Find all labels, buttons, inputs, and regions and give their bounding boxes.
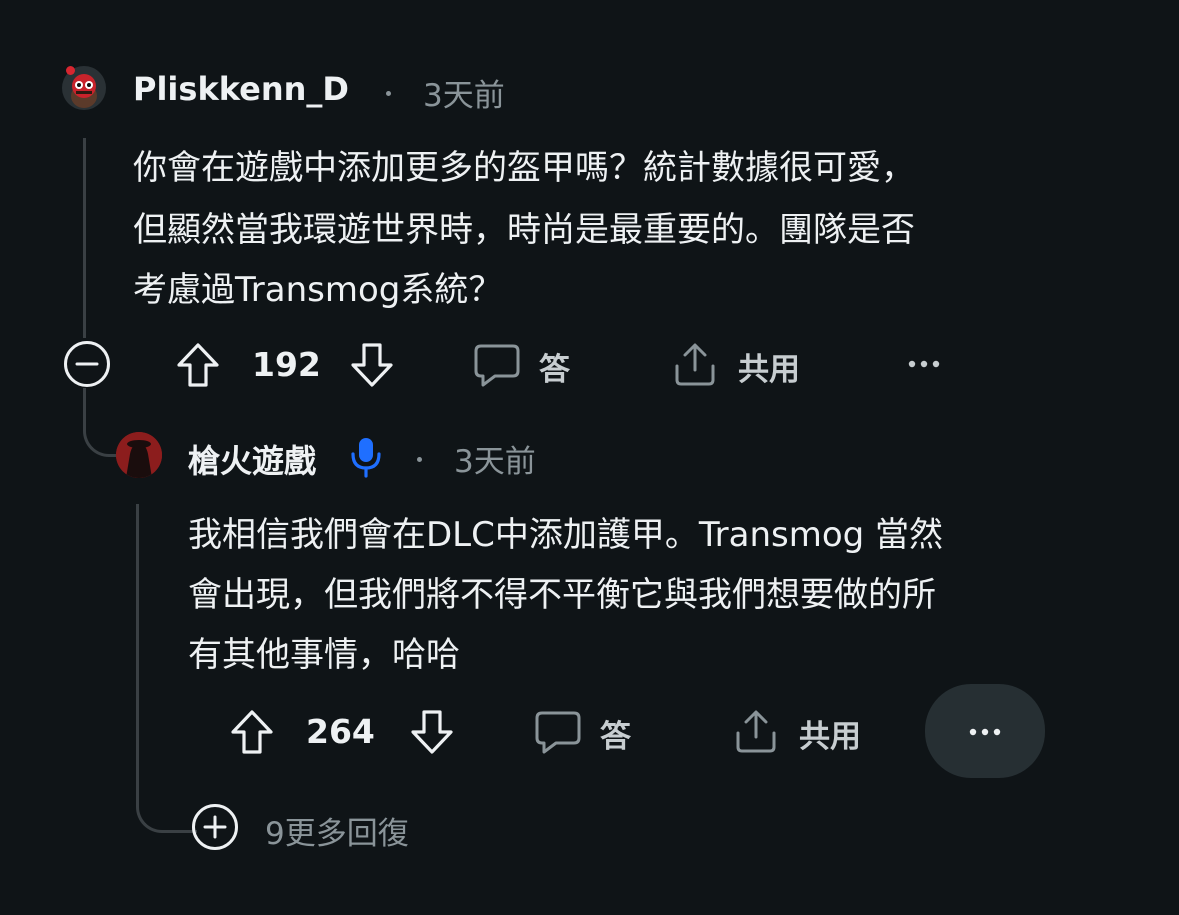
- comment-body-line: 你會在遊戲中添加更多的盔甲嗎？統計數據很可愛，: [133, 148, 915, 188]
- microphone-icon: [349, 436, 383, 478]
- downvote-icon[interactable]: [349, 341, 395, 389]
- more-options-icon[interactable]: [906, 354, 942, 374]
- downvote-icon[interactable]: [409, 708, 455, 756]
- more-replies-label: 9更多回復: [265, 816, 409, 852]
- timestamp: 3天前: [423, 78, 505, 114]
- reply-label: 答: [600, 719, 631, 755]
- share-button[interactable]: 共用: [733, 707, 873, 757]
- reply-button[interactable]: 答: [534, 707, 644, 757]
- comment-body-line: 但顯然當我環遊世界時，時尚是最重要的。團隊是否: [133, 210, 915, 250]
- share-icon: [672, 340, 718, 388]
- comment-icon: [534, 709, 582, 755]
- reply-body-line: 有其他事情，哈哈: [188, 635, 460, 675]
- reply-body-line: 會出現，但我們將不得不平衡它與我們想要做的所: [188, 575, 936, 615]
- upvote-icon[interactable]: [229, 708, 275, 756]
- comment-body-line: 考慮過Transmog系統？: [133, 270, 503, 310]
- share-label: 共用: [738, 352, 800, 388]
- share-button[interactable]: 共用: [672, 340, 812, 390]
- vote-score: 192: [252, 345, 321, 384]
- avatar-badge-dot: [66, 66, 75, 75]
- vote-score: 264: [306, 712, 375, 751]
- more-options-button[interactable]: [925, 684, 1045, 778]
- reply-timestamp: 3天前: [454, 444, 536, 480]
- thread-line-branch: [83, 388, 116, 457]
- separator-dot: [386, 91, 391, 96]
- separator-dot: [417, 457, 422, 462]
- username[interactable]: Pliskkenn_D: [133, 70, 349, 108]
- more-replies-button[interactable]: 9更多回復: [191, 803, 451, 853]
- reply-username[interactable]: 槍火遊戲: [188, 436, 316, 482]
- reply-body-line: 我相信我們會在DLC中添加護甲。Transmog 當然: [188, 515, 944, 555]
- share-icon: [733, 707, 779, 755]
- reply-avatar[interactable]: [116, 432, 162, 478]
- collapse-icon[interactable]: [63, 340, 111, 388]
- reply-button[interactable]: 答: [473, 340, 583, 390]
- upvote-icon[interactable]: [175, 341, 221, 389]
- reply-label: 答: [539, 352, 570, 388]
- share-label: 共用: [799, 719, 861, 755]
- expand-icon: [191, 803, 239, 851]
- more-options-icon: [967, 722, 1003, 742]
- thread-line-main: [83, 138, 86, 338]
- comment-icon: [473, 342, 521, 388]
